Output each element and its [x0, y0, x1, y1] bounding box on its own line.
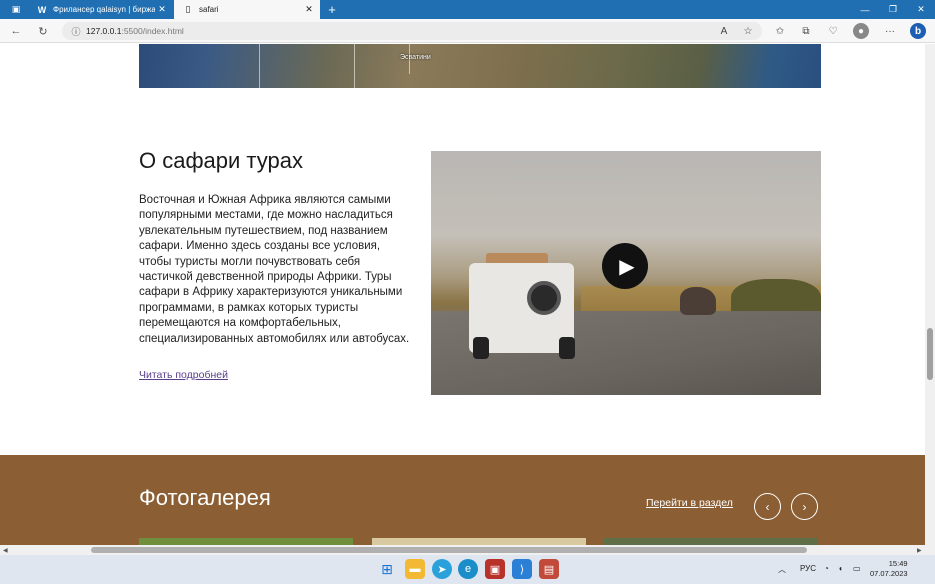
scroll-right-icon[interactable]: ▶	[917, 547, 922, 554]
map-image: Эсватини	[139, 44, 821, 88]
edge-icon[interactable]: e	[458, 559, 478, 579]
telegram-icon[interactable]: ➤	[432, 559, 452, 579]
minimize-icon[interactable]: —	[851, 0, 879, 19]
read-aloud-icon[interactable]: A	[716, 23, 732, 39]
vertical-scrollbar[interactable]	[925, 44, 935, 545]
gallery-link[interactable]: Перейти в раздел	[646, 497, 733, 509]
clock-time: 15:49	[888, 559, 908, 568]
clock-date: 07.07.2023	[870, 569, 908, 578]
page-viewport: Эсватини О сафари турах Восточная и Южна…	[0, 44, 925, 545]
elephant-image	[680, 287, 716, 315]
tab-safari[interactable]: ▯ safari ✕	[174, 0, 320, 19]
horizontal-scroll-thumb[interactable]	[91, 547, 807, 553]
close-window-icon[interactable]: ✕	[907, 0, 935, 19]
extensions-icon[interactable]: ♡	[825, 23, 841, 39]
app-icon[interactable]: ▣	[485, 559, 505, 579]
gallery-next-button[interactable]: ›	[791, 493, 818, 520]
file-explorer-icon[interactable]: ▬	[405, 559, 425, 579]
favorite-star-icon[interactable]: ☆	[740, 23, 756, 39]
gallery-section: Фотогалерея Перейти в раздел ‹ ›	[0, 455, 925, 545]
tab-freelancer[interactable]: W Фрилансер qalaisyn | биржа фр ✕	[28, 0, 173, 19]
gallery-title: Фотогалерея	[139, 485, 271, 510]
gallery-thumb[interactable]	[372, 538, 586, 545]
clock[interactable]: 15:49 07.07.2023	[870, 559, 908, 579]
close-tab-icon[interactable]: ✕	[155, 4, 169, 15]
address-toolbar: ← ↻ ⓘ 127.0.0.1:5500/index.html A ☆ ✩ ⧉ …	[0, 19, 935, 43]
tab-label: Фрилансер qalaisyn | биржа фр	[53, 5, 155, 14]
close-tab-icon[interactable]: ✕	[302, 4, 316, 15]
site-favicon-icon: W	[37, 4, 47, 15]
wifi-icon[interactable]: ◔	[824, 564, 829, 573]
profile-avatar-icon[interactable]: ●	[853, 23, 869, 39]
horizontal-scrollbar[interactable]: ◀ ▶	[0, 545, 935, 555]
about-title: О сафари турах	[139, 148, 303, 173]
tab-bar: ▣ W Фрилансер qalaisyn | биржа фр ✕ ▯ sa…	[0, 0, 935, 19]
restore-icon[interactable]: ❐	[879, 0, 907, 19]
winrar-icon[interactable]: ▤	[539, 559, 559, 579]
play-icon[interactable]: ▶	[602, 243, 648, 289]
new-tab-button[interactable]: +	[318, 0, 346, 19]
vertical-scroll-thumb[interactable]	[927, 328, 933, 380]
safari-video[interactable]: ▶	[431, 151, 821, 395]
page-icon: ▯	[185, 4, 191, 14]
collections-icon[interactable]: ⧉	[798, 23, 814, 39]
language-indicator[interactable]: РУС	[800, 564, 816, 573]
favorites-icon[interactable]: ✩	[772, 23, 788, 39]
site-info-icon[interactable]: ⓘ	[66, 25, 86, 38]
gallery-thumb[interactable]	[604, 538, 818, 545]
windows-taskbar: ⊞ ▬ ➤ e ▣ ⟩ ▤ ︿ РУС ◔ ◖ ▭ 15:49 07.07.20…	[0, 555, 935, 584]
bing-copilot-icon[interactable]: b	[910, 23, 926, 39]
workspaces-icon[interactable]: ▣	[2, 0, 30, 19]
vscode-icon[interactable]: ⟩	[512, 559, 532, 579]
url-path: :5500/index.html	[121, 26, 184, 36]
refresh-icon[interactable]: ↻	[35, 23, 51, 39]
tab-label: safari	[199, 5, 219, 14]
tray-chevron-icon[interactable]: ︿	[778, 564, 786, 575]
scroll-left-icon[interactable]: ◀	[3, 547, 8, 554]
gallery-thumb[interactable]	[139, 538, 353, 545]
more-options-icon[interactable]: ···	[882, 23, 898, 39]
url-host: 127.0.0.1	[86, 26, 122, 36]
read-more-link[interactable]: Читать подробней	[139, 369, 228, 381]
map-label: Эсватини	[400, 54, 431, 61]
volume-icon[interactable]: ◖	[838, 564, 843, 573]
address-bar[interactable]: ⓘ 127.0.0.1:5500/index.html	[62, 22, 762, 40]
about-text: Восточная и Южная Африка являются самыми…	[139, 194, 410, 345]
start-icon[interactable]: ⊞	[377, 559, 397, 579]
battery-icon[interactable]: ▭	[853, 564, 861, 573]
back-arrow-icon[interactable]: ←	[8, 23, 24, 39]
gallery-prev-button[interactable]: ‹	[754, 493, 781, 520]
